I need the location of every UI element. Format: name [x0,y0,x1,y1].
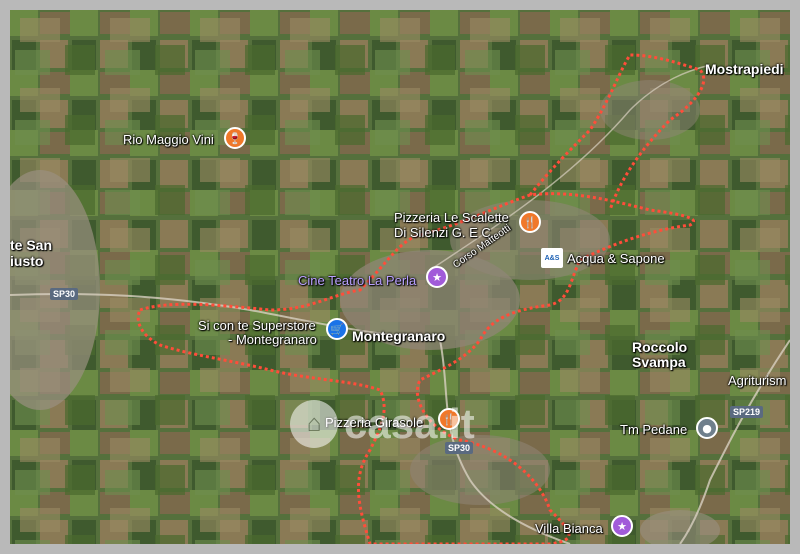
place-label-pizzeria-scalette-sub[interactable]: Di Silenzi G. E C. [394,225,494,240]
place-label-monte-san[interactable]: te San [10,238,52,253]
place-label-sicon-sub[interactable]: - Montegranaro [228,332,317,347]
location-pin-icon[interactable]: ● [696,417,718,439]
place-label-montegranaro[interactable]: Montegranaro [352,329,445,344]
place-label-roccolo[interactable]: Roccolo [632,340,687,355]
theater-icon[interactable]: ★ [426,266,448,288]
store-logo-icon[interactable]: A&S [541,248,563,268]
road-badge-sp30-west: SP30 [50,288,79,300]
map-frame[interactable]: SP30 SP30 SP219 Mostrapiedi Rio Maggio V… [10,10,790,544]
place-label-sicon[interactable]: Si con te Superstore [198,318,316,333]
place-label-svampa[interactable]: Svampa [632,355,686,370]
fork-knife-icon[interactable]: 🍴 [519,211,541,233]
venue-icon[interactable]: ★ [611,515,633,537]
place-label-mostrapiedi[interactable]: Mostrapiedi [705,62,784,77]
road-badge-sp219: SP219 [730,406,764,418]
wine-glass-icon[interactable]: 🍷 [224,127,246,149]
place-label-acqua-sapone[interactable]: Acqua & Sapone [567,251,665,266]
shopping-cart-icon[interactable]: 🛒 [326,318,348,340]
house-icon: ⌂ [290,400,338,448]
place-label-villa-bianca[interactable]: Villa Bianca [535,521,603,536]
watermark: ⌂ casa.it [290,400,475,448]
watermark-text: casa.it [344,400,475,447]
place-label-pizzeria-scalette[interactable]: Pizzeria Le Scalette [394,210,509,225]
place-label-giusto[interactable]: iusto [10,254,43,269]
place-label-rio-maggio[interactable]: Rio Maggio Vini [123,132,214,147]
place-label-cine-teatro[interactable]: Cine Teatro La Perla [298,273,416,288]
place-label-agriturism[interactable]: Agriturism [728,373,787,388]
place-label-tm-pedane[interactable]: Tm Pedane [620,422,687,437]
